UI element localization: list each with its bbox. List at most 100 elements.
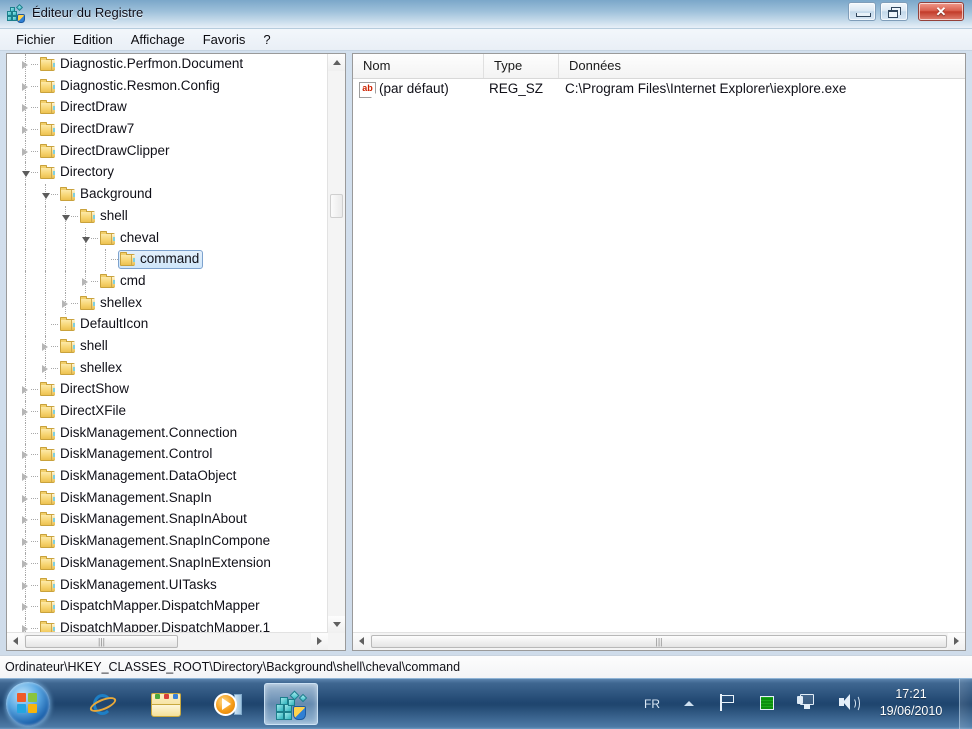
tree-horizontal-scrollbar[interactable]: ||| <box>7 632 328 650</box>
tree-scroll-up-button[interactable] <box>328 54 345 71</box>
tree-item-diskmanagement-snapinabout[interactable]: DiskManagement.SnapInAbout <box>7 509 328 532</box>
tree-item-shellex[interactable]: shellex <box>7 357 328 380</box>
expand-arrow-closed-icon[interactable] <box>62 299 68 308</box>
tree-connector <box>31 476 38 478</box>
tree-scroll-thumb[interactable] <box>330 194 343 218</box>
registry-tree[interactable]: Diagnostic.Perfmon.Document Diagnostic.Re… <box>7 54 328 632</box>
expand-arrow-closed-icon[interactable] <box>22 408 28 416</box>
table-row[interactable]: ab (par défaut) REG_SZ C:\Program Files\… <box>353 79 965 101</box>
column-header-donnees[interactable]: Données <box>559 54 950 78</box>
tree-item-shellex[interactable]: shellex <box>7 292 328 315</box>
expand-arrow-closed-icon[interactable] <box>22 451 28 460</box>
tree-item-cmd[interactable]: cmd <box>7 270 328 293</box>
tree-guide-line <box>65 270 66 293</box>
expand-arrow-closed-icon[interactable] <box>22 386 28 395</box>
expand-arrow-closed-icon[interactable] <box>22 494 28 503</box>
network-icon[interactable] <box>797 694 814 710</box>
action-center-flag-icon[interactable] <box>720 694 736 711</box>
column-header-type[interactable]: Type <box>484 54 559 78</box>
tree-item-directdraw[interactable]: DirectDraw <box>7 97 328 120</box>
tree-item-label: DirectDraw <box>60 99 127 115</box>
tree-connector <box>31 107 38 109</box>
taskbar-button-windows-explorer[interactable] <box>140 683 194 725</box>
expand-arrow-closed-icon[interactable] <box>82 277 88 286</box>
expand-arrow-closed-icon[interactable] <box>22 473 28 482</box>
tree-item-directxfile[interactable]: DirectXFile <box>7 401 328 423</box>
column-header-nom[interactable]: Nom <box>353 54 484 78</box>
expand-arrow-closed-icon[interactable] <box>42 342 48 351</box>
value-name: (par défaut) <box>379 81 449 96</box>
minimize-button[interactable] <box>848 2 876 21</box>
expand-arrow-closed-icon[interactable] <box>22 559 28 568</box>
tree-item-defaulticon[interactable]: DefaultIcon <box>7 314 328 336</box>
close-button[interactable]: ✕ <box>918 2 964 21</box>
taskbar-button-windows-media-player[interactable] <box>202 683 256 725</box>
expand-arrow-closed-icon[interactable] <box>22 603 28 612</box>
expand-arrow-closed-icon[interactable] <box>22 581 28 590</box>
tree-scroll-left-button[interactable] <box>7 633 24 650</box>
tree-connector <box>31 64 38 66</box>
expand-arrow-closed-icon[interactable] <box>22 624 28 632</box>
clock[interactable]: 17:21 19/06/2010 <box>870 686 952 720</box>
tree-item-diskmanagement-snapincompone[interactable]: DiskManagement.SnapInCompone <box>7 531 328 553</box>
expand-arrow-closed-icon[interactable] <box>22 104 28 113</box>
expand-arrow-open-icon[interactable] <box>62 214 70 221</box>
tree-item-label: DiskManagement.Connection <box>60 424 238 440</box>
tree-item-dispatchmapper-dispatchmapper[interactable]: DispatchMapper.DispatchMapper <box>7 596 328 618</box>
maximize-button[interactable] <box>880 2 908 21</box>
expand-arrow-closed-icon[interactable] <box>22 82 28 91</box>
expand-arrow-closed-icon[interactable] <box>22 516 28 525</box>
tree-item-diagnostic-resmon-config[interactable]: Diagnostic.Resmon.Config <box>7 75 328 98</box>
tree-item-diskmanagement-snapin[interactable]: DiskManagement.SnapIn <box>7 487 328 510</box>
menu-item-aide[interactable]: ? <box>254 31 279 49</box>
start-button[interactable] <box>6 682 50 726</box>
tree-item-shell[interactable]: shell <box>7 335 328 358</box>
list-horizontal-scrollbar[interactable]: ||| <box>353 632 965 650</box>
expand-arrow-open-icon[interactable] <box>82 236 90 243</box>
folder-icon <box>40 143 56 159</box>
tree-item-diagnostic-perfmon-document[interactable]: Diagnostic.Perfmon.Document <box>7 54 328 76</box>
tree-item-diskmanagement-control[interactable]: DiskManagement.Control <box>7 444 328 467</box>
expand-arrow-closed-icon[interactable] <box>22 61 28 69</box>
menu-item-favoris[interactable]: Favoris <box>194 31 255 49</box>
show-hidden-icons-chevron-icon[interactable] <box>684 701 694 706</box>
tree-item-directdrawclipper[interactable]: DirectDrawClipper <box>7 140 328 163</box>
tree-item-diskmanagement-dataobject[interactable]: DiskManagement.DataObject <box>7 466 328 488</box>
menu-item-fichier[interactable]: Fichier <box>7 31 64 49</box>
list-hscroll-thumb[interactable]: ||| <box>371 635 947 648</box>
volume-icon[interactable] <box>839 694 860 712</box>
tree-item-command[interactable]: command <box>7 249 328 271</box>
tree-item-cheval[interactable]: cheval <box>7 227 328 250</box>
menu-item-affichage[interactable]: Affichage <box>122 31 194 49</box>
tree-item-shell[interactable]: shell <box>7 205 328 228</box>
tree-item-label: DispatchMapper.DispatchMapper.1 <box>60 619 271 632</box>
expand-arrow-open-icon[interactable] <box>42 193 50 200</box>
taskbar-button-internet-explorer[interactable] <box>78 683 132 725</box>
language-indicator[interactable]: FR <box>644 697 660 711</box>
tree-item-directshow[interactable]: DirectShow <box>7 379 328 401</box>
tree-scroll-down-button[interactable] <box>328 616 345 633</box>
tree-item-diskmanagement-connection[interactable]: DiskManagement.Connection <box>7 422 328 445</box>
menu-item-edition[interactable]: Edition <box>64 31 122 49</box>
tree-item-background[interactable]: Background <box>7 184 328 206</box>
tree-item-diskmanagement-snapinextension[interactable]: DiskManagement.SnapInExtension <box>7 552 328 575</box>
tree-item-diskmanagement-uitasks[interactable]: DiskManagement.UITasks <box>7 574 328 597</box>
expand-arrow-closed-icon[interactable] <box>22 126 28 135</box>
list-scroll-right-button[interactable] <box>948 633 965 650</box>
show-desktop-button[interactable] <box>959 679 972 729</box>
expand-arrow-open-icon[interactable] <box>22 171 30 178</box>
expand-arrow-closed-icon[interactable] <box>22 147 28 156</box>
expand-arrow-closed-icon[interactable] <box>42 364 48 373</box>
tree-vertical-scrollbar[interactable] <box>327 54 345 633</box>
tree-item-directdraw7[interactable]: DirectDraw7 <box>7 119 328 141</box>
taskbar-button-registry-editor[interactable] <box>264 683 318 725</box>
tree-hscroll-thumb[interactable]: ||| <box>25 635 178 648</box>
network-activity-icon[interactable] <box>760 696 774 710</box>
tree-item-dispatchmapper-dispatchmapper-1[interactable]: DispatchMapper.DispatchMapper.1 <box>7 617 328 632</box>
tree-connector <box>51 367 58 370</box>
tree-guide-line <box>105 249 106 271</box>
list-scroll-left-button[interactable] <box>353 633 370 650</box>
tree-item-directory[interactable]: Directory <box>7 162 328 185</box>
tree-scroll-right-button[interactable] <box>311 633 328 650</box>
expand-arrow-closed-icon[interactable] <box>22 538 28 547</box>
